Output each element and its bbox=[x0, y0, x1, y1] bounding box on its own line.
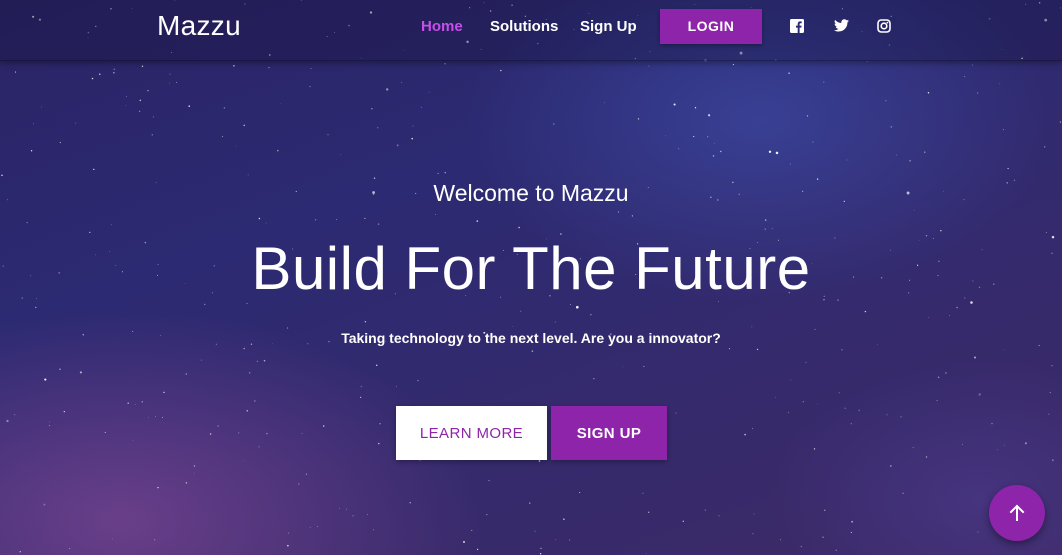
instagram-icon[interactable] bbox=[877, 19, 893, 35]
nav-link-solutions[interactable]: Solutions bbox=[490, 18, 558, 35]
learn-more-button[interactable]: LEARN MORE bbox=[396, 406, 547, 460]
navbar: Mazzu Home Solutions Sign Up LOGIN bbox=[0, 0, 1062, 61]
hero-tagline: Taking technology to the next level. Are… bbox=[341, 330, 721, 346]
hero-headline: Build For The Future bbox=[251, 235, 811, 302]
twitter-icon[interactable] bbox=[834, 19, 850, 35]
sign-up-button[interactable]: SIGN UP bbox=[551, 406, 667, 460]
login-button[interactable]: LOGIN bbox=[660, 9, 762, 44]
nav-link-sign-up[interactable]: Sign Up bbox=[580, 18, 637, 35]
facebook-icon[interactable] bbox=[790, 19, 806, 35]
scroll-to-top-button[interactable] bbox=[989, 485, 1045, 541]
hero-section: Mazzu Home Solutions Sign Up LOGIN Welco… bbox=[0, 0, 1062, 555]
nav-link-home[interactable]: Home bbox=[421, 18, 463, 35]
welcome-heading: Welcome to Mazzu bbox=[433, 180, 629, 206]
arrow-up-icon bbox=[1009, 504, 1025, 521]
brand-logo[interactable]: Mazzu bbox=[157, 10, 241, 42]
